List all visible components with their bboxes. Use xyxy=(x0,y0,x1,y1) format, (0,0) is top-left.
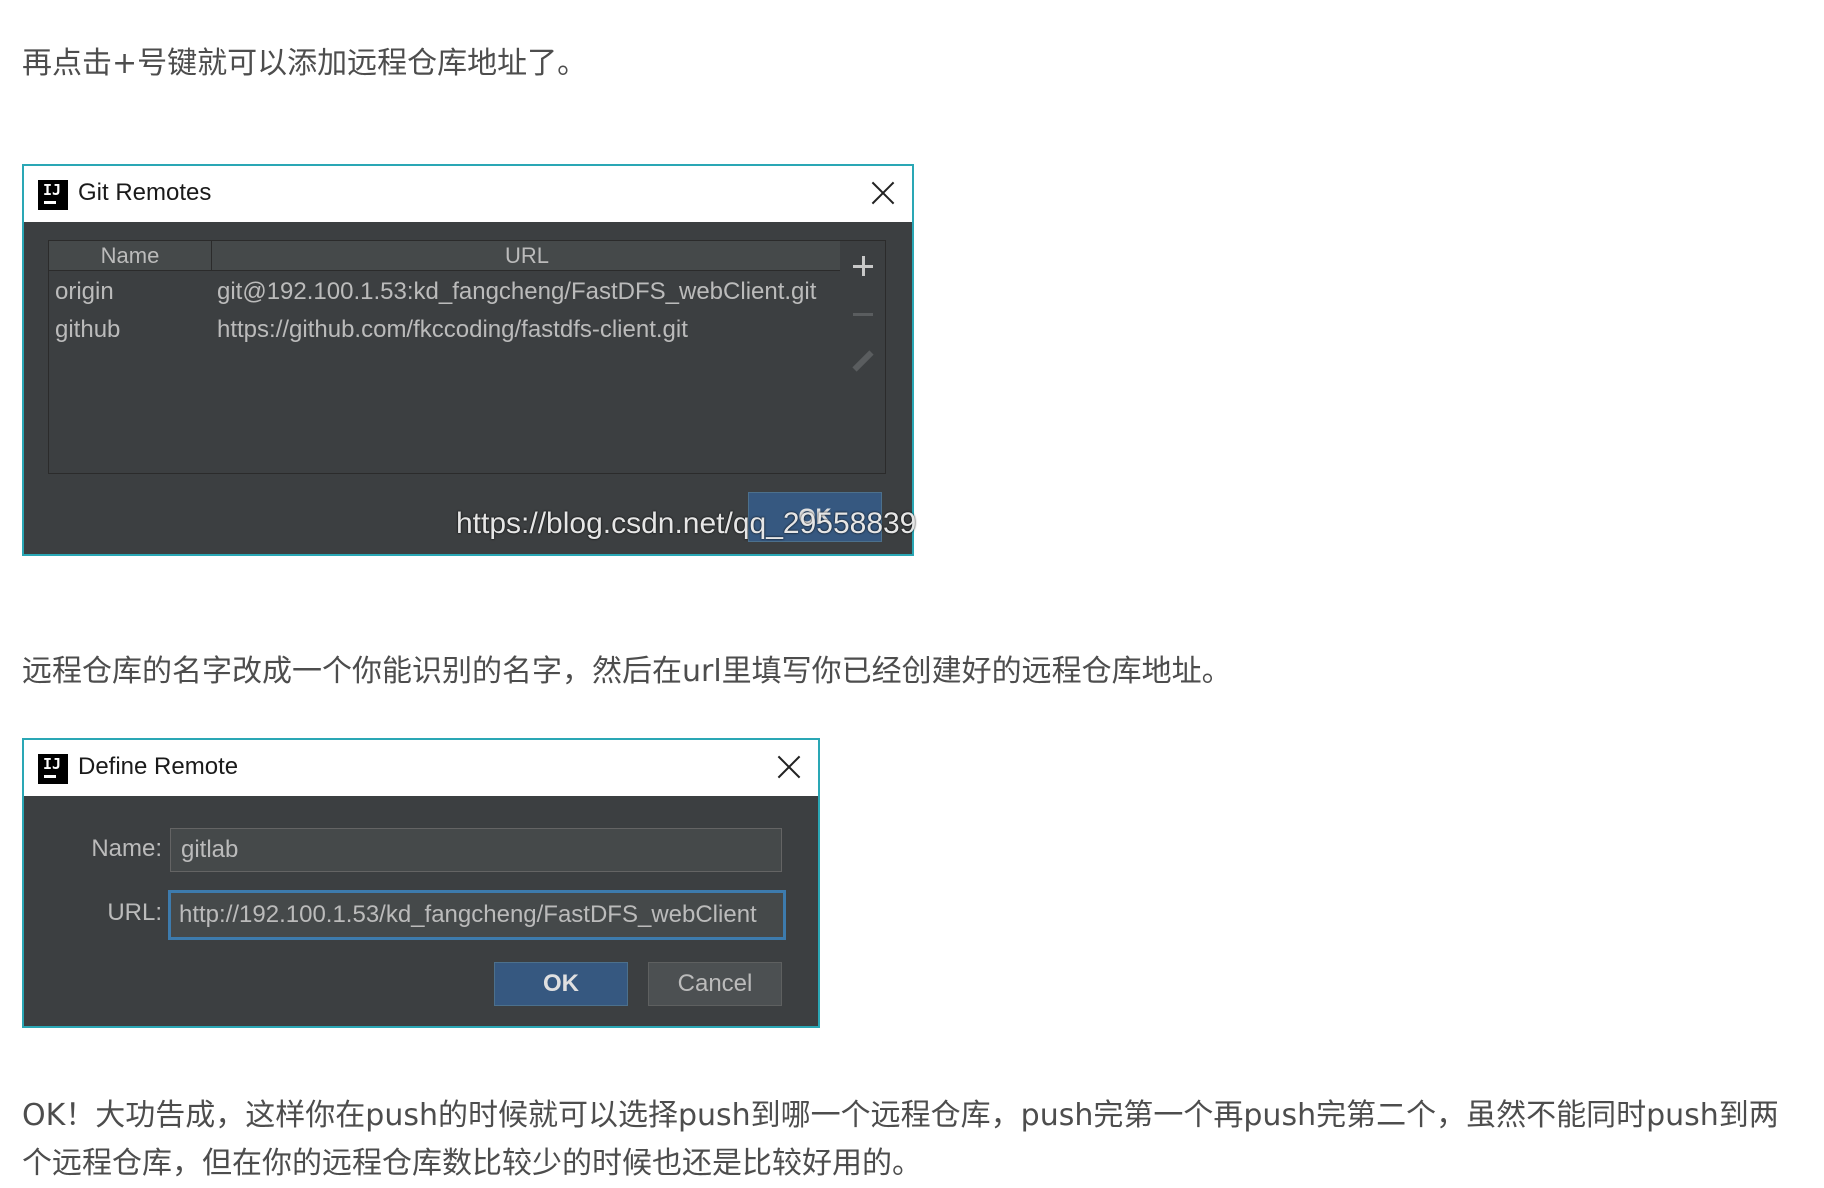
git-remotes-titlebar: IJ Git Remotes xyxy=(24,166,912,222)
remote-url-cell: https://github.com/fkccoding/fastdfs-cli… xyxy=(217,316,688,343)
column-header-name[interactable]: Name xyxy=(49,241,212,270)
git-remotes-title: Git Remotes xyxy=(78,179,212,206)
paragraph-conclusion: OK！大功告成，这样你在push的时候就可以选择push到哪一个远程仓库，pus… xyxy=(22,1098,1779,1181)
add-icon[interactable] xyxy=(848,251,878,281)
watermark-text: https://blog.csdn.net/qq_29558839 xyxy=(456,507,917,540)
remote-name-cell: github xyxy=(55,316,121,343)
column-header-url[interactable]: URL xyxy=(211,241,843,270)
remote-name-cell: origin xyxy=(55,278,114,305)
close-icon[interactable] xyxy=(866,176,900,210)
remote-url-input[interactable]: http://192.100.1.53/kd_fangcheng/FastDFS… xyxy=(168,890,786,940)
remotes-table-header: Name URL xyxy=(49,241,843,271)
intellij-app-icon: IJ xyxy=(38,180,68,210)
define-remote-title: Define Remote xyxy=(78,753,239,780)
close-icon[interactable] xyxy=(772,750,806,784)
remotes-toolbar xyxy=(840,240,886,474)
edit-pencil-icon[interactable] xyxy=(848,347,878,377)
intellij-app-icon: IJ xyxy=(38,754,68,784)
table-row[interactable]: github https://github.com/fkccoding/fast… xyxy=(49,311,843,349)
article-page: 再点击+号键就可以添加远程仓库地址了。 IJ Git Remotes Name … xyxy=(0,0,1824,1184)
table-row[interactable]: origin git@192.100.1.53:kd_fangcheng/Fas… xyxy=(49,273,843,311)
remote-url-cell: git@192.100.1.53:kd_fangcheng/FastDFS_we… xyxy=(217,278,817,305)
paragraph-rename-remote: 远程仓库的名字改成一个你能识别的名字，然后在url里填写你已经创建好的远程仓库地… xyxy=(22,654,1232,689)
remotes-table: Name URL origin git@192.100.1.53:kd_fang… xyxy=(48,240,864,474)
url-label: URL: xyxy=(107,899,162,926)
git-remotes-dialog: IJ Git Remotes Name URL origin git@192.1… xyxy=(22,164,917,556)
remove-icon[interactable] xyxy=(848,299,878,329)
paragraph-add-remote: 再点击+号键就可以添加远程仓库地址了。 xyxy=(22,46,588,81)
ok-button[interactable]: OK xyxy=(494,962,628,1006)
cancel-button[interactable]: Cancel xyxy=(648,962,782,1006)
remote-name-input[interactable]: gitlab xyxy=(170,828,782,872)
define-remote-titlebar: IJ Define Remote xyxy=(24,740,818,796)
name-label: Name: xyxy=(91,835,162,862)
define-remote-dialog: IJ Define Remote Name: gitlab URL: http:… xyxy=(22,738,820,1028)
